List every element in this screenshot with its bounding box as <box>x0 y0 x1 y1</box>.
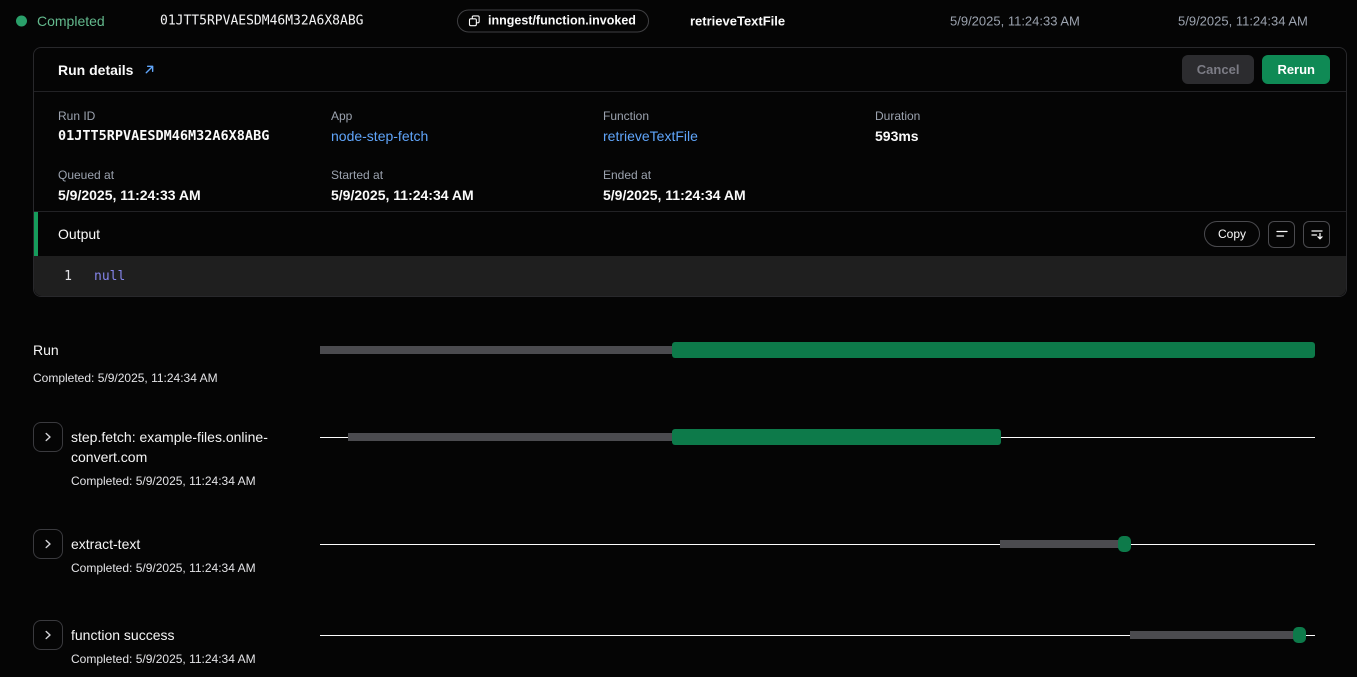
field-duration: Duration 593ms <box>875 109 1322 153</box>
status-dot-icon <box>16 16 27 27</box>
run-status: Completed <box>37 13 105 29</box>
output-code-editor[interactable]: 1 null <box>34 256 1346 296</box>
event-name-badge[interactable]: inngest/function.invoked <box>457 10 649 33</box>
step-name: function success <box>71 625 256 645</box>
step-completed-time: Completed: 5/9/2025, 11:24:34 AM <box>71 560 256 576</box>
field-label: Duration <box>875 109 1322 123</box>
field-queued-at: Queued at 5/9/2025, 11:24:33 AM <box>58 168 331 212</box>
field-label: Started at <box>331 168 603 182</box>
timeline-row-label: function success Completed: 5/9/2025, 11… <box>33 620 320 667</box>
timeline-track <box>320 620 1315 650</box>
output-header: Output Copy <box>34 211 1346 256</box>
run-timeline: Run Completed: 5/9/2025, 11:24:34 AM ste… <box>0 340 1357 667</box>
field-label: App <box>331 109 603 123</box>
top-queued-timestamp: 5/9/2025, 11:24:33 AM <box>950 14 1080 29</box>
field-label: Ended at <box>603 168 875 182</box>
chevron-right-icon <box>42 629 54 641</box>
run-details-grid: Run ID 01JTT5RPVAESDM46M32A6X8ABG App no… <box>34 92 1346 211</box>
run-details-card: Run details Cancel Rerun Run ID 01JTT5RP… <box>33 47 1347 297</box>
field-app: App node-step-fetch <box>331 109 603 153</box>
timeline-track <box>320 422 1315 452</box>
field-value: 5/9/2025, 11:24:34 AM <box>331 187 603 203</box>
field-started-at: Started at 5/9/2025, 11:24:34 AM <box>331 168 603 212</box>
app-link[interactable]: node-step-fetch <box>331 128 603 144</box>
pretty-print-button[interactable] <box>1303 221 1330 248</box>
timeline-row-label: Run Completed: 5/9/2025, 11:24:34 AM <box>33 340 320 386</box>
field-value: 5/9/2025, 11:24:34 AM <box>603 187 875 203</box>
code-line-number: 1 <box>34 269 94 284</box>
copy-output-button[interactable]: Copy <box>1204 221 1260 247</box>
output-actions: Copy <box>1204 221 1330 248</box>
copy-icon <box>468 14 481 27</box>
code-content: null <box>94 269 125 284</box>
expand-step-button[interactable] <box>33 529 63 559</box>
timeline-queued-bar <box>348 433 672 441</box>
chevron-right-icon <box>42 538 54 550</box>
field-run-id: Run ID 01JTT5RPVAESDM46M32A6X8ABG <box>58 109 331 153</box>
step-name: Run <box>33 340 218 360</box>
field-function: Function retrieveTextFile <box>603 109 875 153</box>
cancel-button[interactable]: Cancel <box>1182 55 1255 84</box>
field-value: 5/9/2025, 11:24:33 AM <box>58 187 331 203</box>
top-started-timestamp: 5/9/2025, 11:24:34 AM <box>1178 14 1308 29</box>
timeline-row: Run Completed: 5/9/2025, 11:24:34 AM <box>0 340 1357 386</box>
field-value: 01JTT5RPVAESDM46M32A6X8ABG <box>58 128 331 144</box>
step-completed-time: Completed: 5/9/2025, 11:24:34 AM <box>71 473 309 489</box>
step-completed-time: Completed: 5/9/2025, 11:24:34 AM <box>33 370 218 386</box>
rerun-button[interactable]: Rerun <box>1262 55 1330 84</box>
wrap-text-icon <box>1275 227 1289 241</box>
field-label: Run ID <box>58 109 331 123</box>
timeline-row: function success Completed: 5/9/2025, 11… <box>0 620 1357 667</box>
run-details-actions: Cancel Rerun <box>1182 55 1330 84</box>
timeline-duration-bar <box>672 429 1000 445</box>
chevron-right-icon <box>42 431 54 443</box>
output-accent-bar <box>34 212 38 256</box>
arrow-up-right-icon[interactable] <box>143 63 156 76</box>
timeline-duration-bar <box>1118 536 1131 552</box>
event-name-label: inngest/function.invoked <box>488 14 636 28</box>
timeline-row-label: extract-text Completed: 5/9/2025, 11:24:… <box>33 529 320 576</box>
pretty-print-icon <box>1310 227 1324 241</box>
output-title: Output <box>58 226 100 242</box>
timeline-row-label: step.fetch: example-files.online-convert… <box>33 422 320 489</box>
timeline-duration-bar <box>1293 627 1306 643</box>
top-function-name: retrieveTextFile <box>690 14 785 29</box>
field-label: Function <box>603 109 875 123</box>
run-details-header: Run details Cancel Rerun <box>34 48 1346 92</box>
wrap-text-button[interactable] <box>1268 221 1295 248</box>
timeline-track <box>320 340 1315 360</box>
timeline-queued-bar <box>320 346 672 354</box>
timeline-row: step.fetch: example-files.online-convert… <box>0 422 1357 489</box>
expand-step-button[interactable] <box>33 620 63 650</box>
step-completed-time: Completed: 5/9/2025, 11:24:34 AM <box>71 651 256 667</box>
timeline-row-text: extract-text Completed: 5/9/2025, 11:24:… <box>71 534 256 576</box>
function-link[interactable]: retrieveTextFile <box>603 128 875 144</box>
top-run-id: 01JTT5RPVAESDM46M32A6X8ABG <box>160 14 364 29</box>
timeline-queued-bar <box>1000 540 1120 548</box>
timeline-row-text: function success Completed: 5/9/2025, 11… <box>71 625 256 667</box>
expand-step-button[interactable] <box>33 422 63 452</box>
field-value: 593ms <box>875 128 1322 144</box>
timeline-row-text: step.fetch: example-files.online-convert… <box>71 427 309 489</box>
field-ended-at: Ended at 5/9/2025, 11:24:34 AM <box>603 168 875 212</box>
timeline-row-text: Run Completed: 5/9/2025, 11:24:34 AM <box>33 340 218 386</box>
run-details-title: Run details <box>58 62 133 78</box>
field-label: Queued at <box>58 168 331 182</box>
timeline-queued-bar <box>1130 631 1295 639</box>
top-bar: Completed 01JTT5RPVAESDM46M32A6X8ABG inn… <box>0 0 1357 42</box>
timeline-duration-bar <box>672 342 1315 358</box>
timeline-row: extract-text Completed: 5/9/2025, 11:24:… <box>0 529 1357 576</box>
step-name: step.fetch: example-files.online-convert… <box>71 427 309 467</box>
timeline-baseline <box>320 544 1315 545</box>
step-name: extract-text <box>71 534 256 554</box>
timeline-track <box>320 529 1315 559</box>
